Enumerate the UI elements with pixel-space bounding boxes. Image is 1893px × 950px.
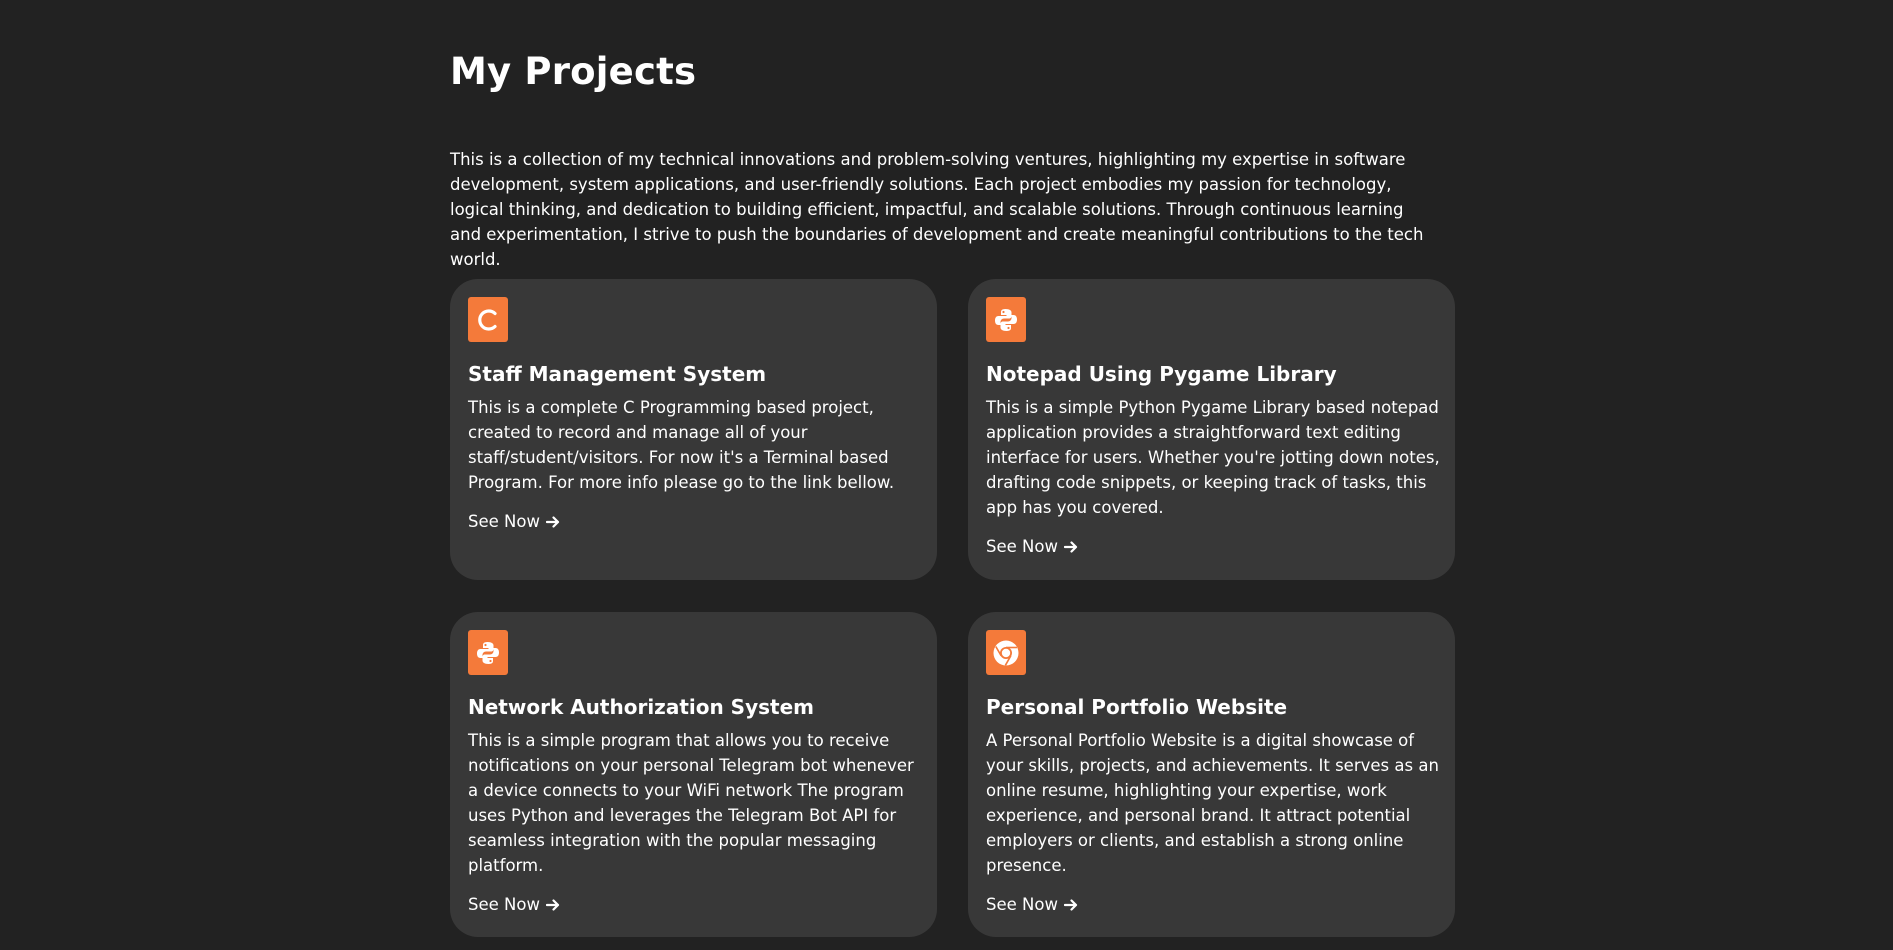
project-description: This is a simple Python Pygame Library b… [986, 398, 1440, 517]
see-now-label: See Now [468, 512, 540, 531]
see-now-link[interactable]: See Now [986, 895, 1078, 914]
intro-paragraph: This is a collection of my technical inn… [450, 150, 1424, 269]
python-icon [468, 630, 508, 675]
project-title: Personal Portfolio Website [986, 695, 1288, 719]
project-description: This is a simple program that allows you… [468, 731, 914, 875]
see-now-label: See Now [986, 895, 1058, 914]
project-card-portfolio-website: Personal Portfolio Website A Personal Po… [968, 612, 1455, 937]
arrow-right-icon [1063, 898, 1078, 912]
see-now-label: See Now [468, 895, 540, 914]
arrow-right-icon [1063, 540, 1078, 554]
arrow-right-icon [545, 898, 560, 912]
c-language-icon [468, 297, 508, 342]
project-description: A Personal Portfolio Website is a digita… [986, 731, 1439, 875]
project-title: Notepad Using Pygame Library [986, 362, 1337, 386]
project-card-staff-management: Staff Management System This is a comple… [450, 279, 937, 580]
arrow-right-icon [545, 515, 560, 529]
chrome-icon [986, 630, 1026, 675]
project-title: Staff Management System [468, 362, 767, 386]
python-icon [986, 297, 1026, 342]
project-description: This is a complete C Programming based p… [468, 398, 895, 492]
see-now-link[interactable]: See Now [468, 895, 560, 914]
project-title: Network Authorization System [468, 695, 814, 719]
see-now-link[interactable]: See Now [468, 512, 560, 531]
page-title: My Projects [450, 50, 697, 93]
see-now-link[interactable]: See Now [986, 537, 1078, 556]
see-now-label: See Now [986, 537, 1058, 556]
project-card-network-authorization: Network Authorization System This is a s… [450, 612, 937, 937]
project-card-notepad: Notepad Using Pygame Library This is a s… [968, 279, 1455, 580]
